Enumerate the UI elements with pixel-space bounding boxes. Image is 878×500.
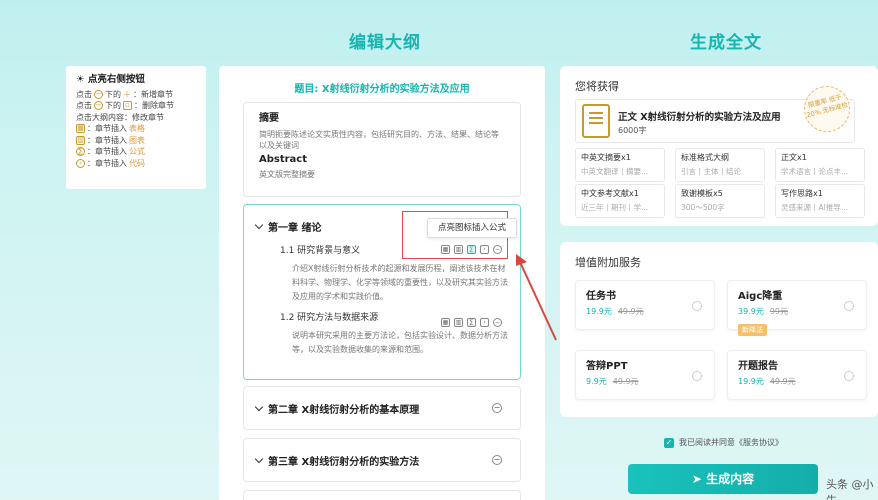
- watermark: 头条 @小牛: [826, 478, 874, 500]
- checkbox[interactable]: ✓: [664, 437, 674, 448]
- product-name: 正文 X射线衍射分析的实验方法及应用: [618, 112, 781, 123]
- deliverables-panel: 您将获得 正文 X射线衍射分析的实验方法及应用 6000字 限重率 低于20% …: [560, 66, 878, 226]
- feature-item: 致谢模板x5 300～500字: [675, 184, 765, 218]
- feature-item: 中文参考文献x1 近三年丨期刊丨学...: [575, 184, 665, 218]
- service-ppt[interactable]: 答辩PPT 9.9元 49.9元: [575, 350, 715, 400]
- radio-button[interactable]: [692, 301, 702, 311]
- agreement[interactable]: ✓ 我已阅读并同意《服务协议》: [664, 437, 783, 448]
- radio-button[interactable]: [844, 371, 854, 381]
- feature-item: 中英文摘要x1 中英文翻译丨摘要...: [575, 148, 665, 182]
- new-badge: 新降法: [738, 324, 767, 336]
- radio-button[interactable]: [692, 371, 702, 381]
- quality-seal: 限重率 低于20% 无标准检: [798, 80, 856, 138]
- document-icon: [582, 104, 610, 138]
- word-count: 6000字: [618, 126, 647, 135]
- feature-item: 正文x1 学术语言丨论点丰...: [775, 148, 865, 182]
- deliverables-title: 您将获得: [575, 80, 619, 93]
- service-aigc[interactable]: Aigc降重 39.9元 99元 新降法: [727, 280, 867, 336]
- radio-button[interactable]: [844, 301, 854, 311]
- product-card: 正文 X射线衍射分析的实验方法及应用 6000字 限重率 低于20% 无标准检: [575, 80, 856, 143]
- services-title: 增值附加服务: [575, 256, 641, 269]
- feature-item: 标准格式大纲 引言丨主体丨结论: [675, 148, 765, 182]
- service-task-book[interactable]: 任务书 19.9元 49.9元: [575, 280, 715, 330]
- service-proposal[interactable]: 开题报告 19.9元 49.9元: [727, 350, 867, 400]
- generate-button[interactable]: ➤ 生成内容: [628, 464, 818, 494]
- feature-item: 写作思路x1 灵感来源丨AI推导...: [775, 184, 865, 218]
- services-panel: 增值附加服务 任务书 19.9元 49.9元 Aigc降重 39.9元 99元 新降法 答…: [560, 242, 878, 417]
